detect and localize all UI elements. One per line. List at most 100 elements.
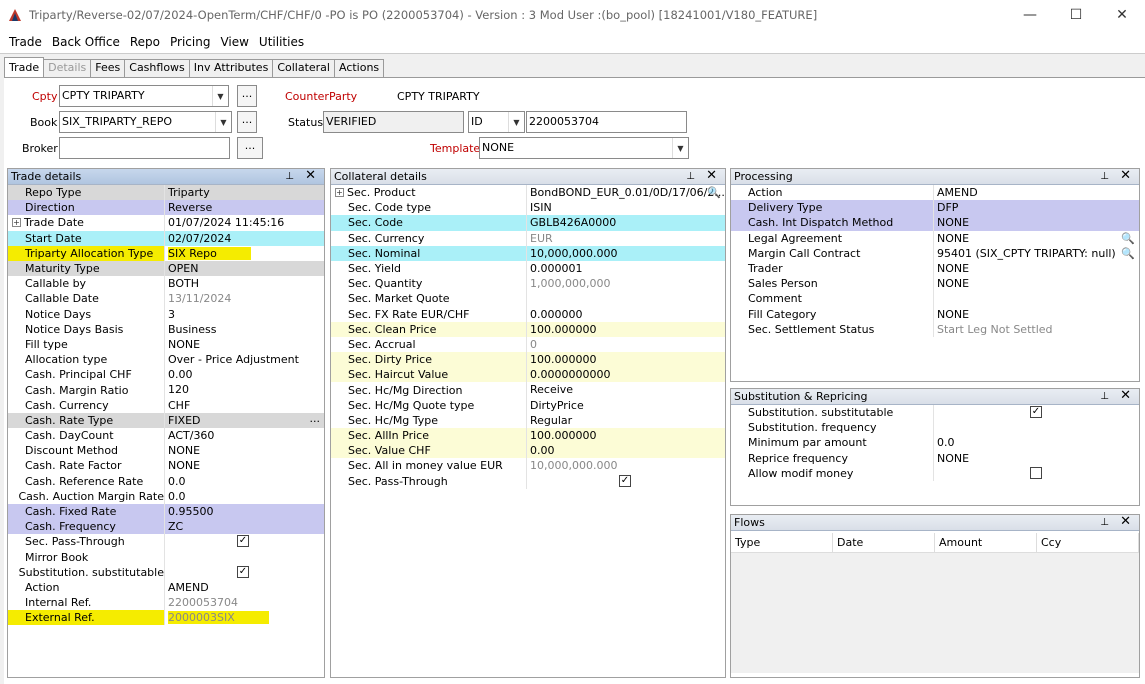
property-value[interactable]: SIX Repo bbox=[165, 246, 324, 261]
property-value[interactable]: 02/07/2024 bbox=[165, 230, 324, 246]
checkbox[interactable]: ✓ bbox=[619, 474, 631, 487]
broker-field[interactable] bbox=[59, 137, 230, 159]
property-row[interactable]: Sec. Market Quote bbox=[331, 291, 725, 307]
property-value[interactable]: CHF bbox=[165, 398, 324, 413]
pin-icon[interactable]: ⊥ bbox=[285, 169, 294, 184]
property-row[interactable]: Maturity Type OPEN bbox=[8, 260, 324, 277]
property-value[interactable]: 0.00 bbox=[165, 367, 324, 382]
property-row[interactable]: Sec. FX Rate EUR/CHF 0.000000 bbox=[331, 306, 725, 322]
flows-col-ccy[interactable]: Ccy bbox=[1037, 533, 1139, 552]
property-row[interactable]: Sales Person NONE bbox=[731, 276, 1139, 292]
close-icon[interactable]: ✕ bbox=[1120, 388, 1131, 403]
close-icon[interactable]: ✕ bbox=[1120, 168, 1131, 183]
property-row[interactable]: Cash. Rate Factor NONE bbox=[8, 458, 324, 474]
pin-icon[interactable]: ⊥ bbox=[686, 169, 695, 184]
menu-utilities[interactable]: Utilities bbox=[254, 35, 309, 49]
tab-inv-attributes[interactable]: Inv Attributes bbox=[188, 59, 274, 77]
property-row[interactable]: Sec. Yield 0.000001 bbox=[331, 260, 725, 277]
property-value[interactable]: EUR bbox=[527, 231, 725, 246]
property-value[interactable]: BondBOND_EUR_0.01/0D/17/06/2... 🔍 bbox=[527, 185, 725, 200]
property-value[interactable]: NONE bbox=[934, 276, 1139, 291]
property-row[interactable]: Discount Method NONE bbox=[8, 443, 324, 459]
property-value[interactable]: ✓ bbox=[527, 474, 725, 489]
property-row[interactable]: Margin Call Contract 95401 (SIX_CPTY TRIP… bbox=[731, 245, 1139, 261]
property-row[interactable]: Cash. Auction Margin Rate 0.0 bbox=[8, 488, 324, 504]
property-row[interactable]: Cash. DayCount ACT/360 bbox=[8, 428, 324, 444]
property-value[interactable]: GBLB426A0000 bbox=[527, 215, 725, 231]
property-value[interactable]: Over - Price Adjustment bbox=[165, 352, 324, 367]
id-field[interactable]: 2200053704 bbox=[526, 111, 687, 133]
property-row[interactable]: Start Date 02/07/2024 bbox=[8, 230, 324, 246]
property-row[interactable]: Sec. Hc/Mg Quote type DirtyPrice bbox=[331, 397, 725, 413]
property-value[interactable]: Triparty bbox=[165, 185, 324, 201]
property-value[interactable]: 0 bbox=[527, 337, 725, 352]
menu-pricing[interactable]: Pricing bbox=[165, 35, 215, 49]
property-row[interactable]: Sec. Nominal 10,000,000.000 bbox=[331, 245, 725, 261]
menu-repo[interactable]: Repo bbox=[125, 35, 165, 49]
property-row[interactable]: Callable by BOTH bbox=[8, 276, 324, 292]
property-row[interactable]: Sec. Code type ISIN bbox=[331, 200, 725, 216]
property-row[interactable]: Sec. Pass-Through ✓ bbox=[8, 534, 324, 550]
property-value[interactable] bbox=[934, 291, 1139, 306]
property-value[interactable]: 01/07/2024 11:45:16 bbox=[165, 215, 324, 230]
property-value[interactable]: NONE bbox=[934, 261, 1139, 276]
property-value[interactable]: NONE bbox=[165, 458, 324, 473]
property-value[interactable]: OPEN bbox=[165, 260, 324, 277]
chevron-down-icon[interactable]: ▼ bbox=[212, 86, 228, 106]
property-row[interactable]: Direction Reverse bbox=[8, 200, 324, 216]
property-value[interactable]: 0.95500 bbox=[165, 503, 324, 520]
property-row[interactable]: Repo Type Triparty bbox=[8, 185, 324, 201]
property-row[interactable]: Sec. Haircut Value 0.0000000000 bbox=[331, 367, 725, 383]
flows-col-amount[interactable]: Amount bbox=[935, 533, 1037, 552]
property-value[interactable]: Receive bbox=[527, 382, 725, 397]
property-row[interactable]: Notice Days 3 bbox=[8, 306, 324, 322]
property-value[interactable]: 3 bbox=[165, 307, 324, 322]
property-value[interactable]: Business bbox=[165, 322, 324, 337]
property-row[interactable]: Fill type NONE bbox=[8, 336, 324, 353]
property-value[interactable]: Regular bbox=[527, 413, 725, 428]
property-row[interactable]: Sec. AllIn Price 100.000000 bbox=[331, 428, 725, 444]
property-value[interactable]: 0.0000000000 bbox=[527, 367, 725, 383]
property-row[interactable]: Cash. Currency CHF bbox=[8, 397, 324, 413]
tab-actions[interactable]: Actions bbox=[333, 59, 385, 77]
property-value[interactable]: 0.000000 bbox=[527, 307, 725, 322]
property-value[interactable]: 13/11/2024 bbox=[165, 291, 324, 306]
chevron-down-icon[interactable]: ▼ bbox=[215, 112, 231, 132]
tab-fees[interactable]: Fees bbox=[90, 59, 126, 77]
flows-col-type[interactable]: Type bbox=[731, 533, 833, 552]
property-value[interactable]: 95401 (SIX_CPTY TRIPARTY: null) 🔍 bbox=[934, 246, 1139, 261]
property-row[interactable]: + Sec. Product BondBOND_EUR_0.01/0D/17/06/… bbox=[331, 185, 725, 201]
property-row[interactable]: Cash. Principal CHF 0.00 bbox=[8, 367, 324, 383]
property-value[interactable]: 0.000001 bbox=[527, 261, 725, 276]
menu-back-office[interactable]: Back Office bbox=[47, 35, 125, 49]
expand-icon[interactable]: + bbox=[335, 188, 344, 198]
tab-trade[interactable]: Trade bbox=[4, 57, 45, 77]
property-value[interactable]: 1,000,000,000 bbox=[527, 276, 725, 291]
ellipsis-button[interactable]: ... bbox=[310, 413, 321, 426]
property-value[interactable] bbox=[934, 466, 1139, 481]
property-row[interactable]: Sec. Clean Price 100.000000 bbox=[331, 321, 725, 337]
magnifier-icon[interactable]: 🔍 bbox=[1121, 246, 1135, 261]
property-value[interactable]: FIXED... bbox=[165, 412, 324, 428]
property-row[interactable]: Sec. Value CHF 0.00 bbox=[331, 443, 725, 459]
property-value[interactable]: ✓ bbox=[934, 405, 1139, 420]
cpty-lookup-button[interactable]: ... bbox=[237, 85, 257, 107]
property-value[interactable]: 10,000,000.000 bbox=[527, 458, 725, 473]
book-lookup-button[interactable]: ... bbox=[237, 111, 257, 133]
property-value[interactable]: 100.000000 bbox=[527, 428, 725, 444]
property-value[interactable]: BOTH bbox=[165, 276, 324, 291]
property-row[interactable]: Cash. Int Dispatch Method NONE bbox=[731, 215, 1139, 231]
property-row[interactable]: Sec. Pass-Through ✓ bbox=[331, 473, 725, 489]
close-icon[interactable]: ✕ bbox=[1120, 514, 1131, 529]
property-row[interactable]: Internal Ref. 2200053704 bbox=[8, 595, 324, 611]
property-value[interactable]: 2000003SIX bbox=[165, 610, 324, 625]
property-value[interactable]: NONE bbox=[165, 337, 324, 352]
tab-details[interactable]: Details bbox=[43, 59, 92, 77]
property-value[interactable]: ISIN bbox=[527, 200, 725, 215]
property-row[interactable]: Sec. Accrual 0 bbox=[331, 336, 725, 353]
template-combo[interactable]: NONE ▼ bbox=[479, 137, 689, 159]
property-row[interactable]: Reprice frequency NONE bbox=[731, 450, 1139, 466]
checkbox[interactable]: ✓ bbox=[1030, 406, 1042, 418]
property-value[interactable]: ACT/360 bbox=[165, 428, 324, 443]
property-value[interactable]: ✓ bbox=[165, 565, 324, 580]
